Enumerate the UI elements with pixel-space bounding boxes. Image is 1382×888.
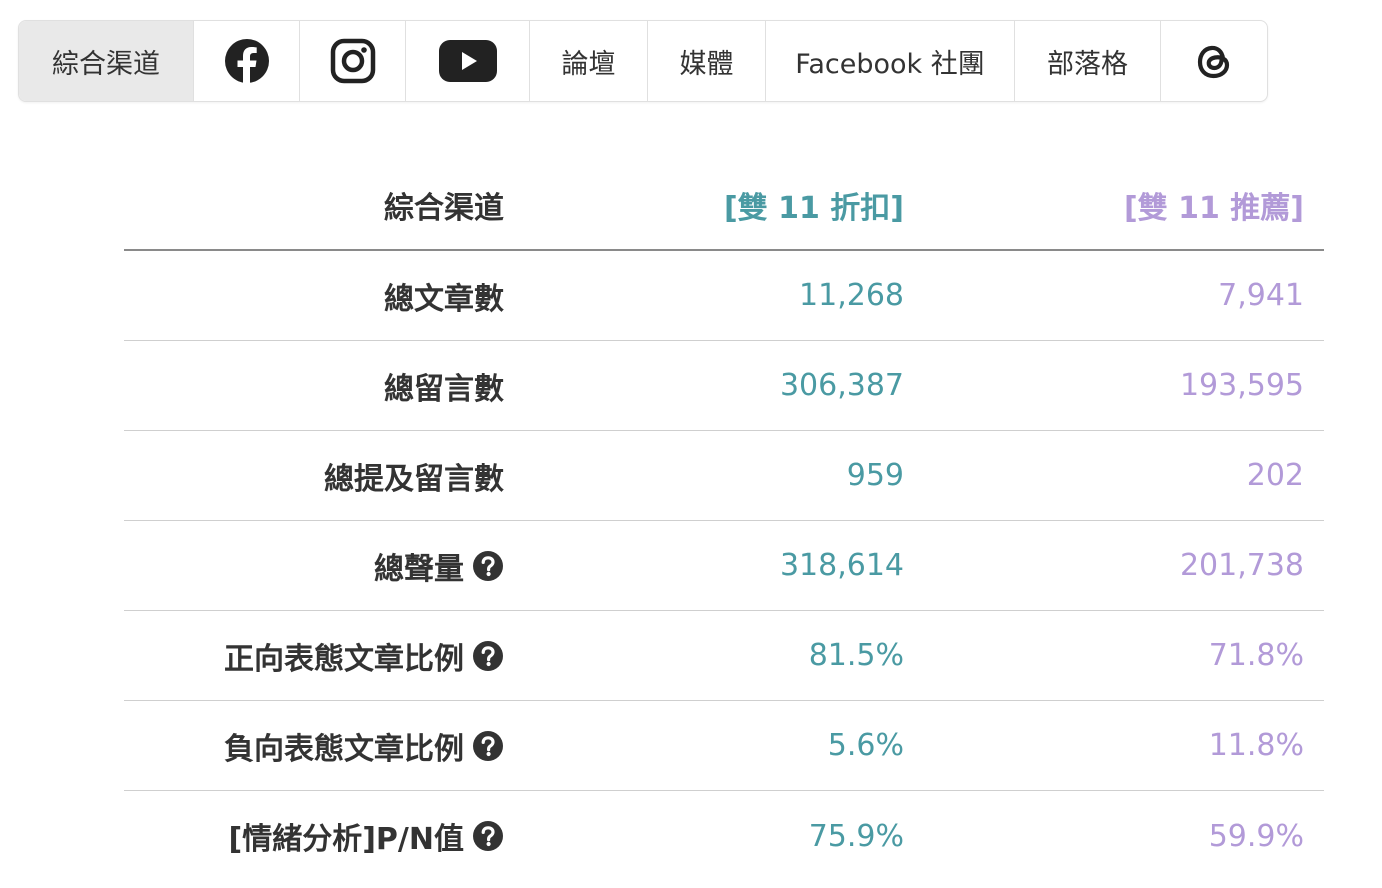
tab-threads[interactable]: [1161, 21, 1267, 101]
table-row: 負向表態文章比例 5.6% 11.8%: [124, 701, 1324, 791]
table-header-row: 綜合渠道 [雙 11 折扣] [雙 11 推薦]: [124, 160, 1324, 251]
value-keyword-b: 11.8%: [1208, 728, 1304, 763]
value-keyword-b: 59.9%: [1208, 818, 1304, 854]
channel-tab-bar: 綜合渠道 論壇 媒體 Facebook 社團 部落格: [18, 20, 1268, 102]
tab-media[interactable]: 媒體: [648, 21, 766, 101]
tab-forum[interactable]: 論壇: [530, 21, 648, 101]
help-question-icon[interactable]: [472, 820, 504, 852]
tab-all-channels[interactable]: 綜合渠道: [19, 21, 194, 101]
help-question-icon[interactable]: [472, 640, 504, 672]
header-channel-label: 綜合渠道: [384, 190, 504, 226]
metric-label: 正向表態文章比例: [224, 641, 464, 677]
value-keyword-b: 71.8%: [1208, 638, 1304, 673]
value-keyword-b: 193,595: [1179, 368, 1304, 403]
table-row: 總提及留言數 959 202: [124, 431, 1324, 521]
value-keyword-a: 81.5%: [808, 638, 904, 673]
tab-label: 論壇: [561, 48, 616, 80]
value-keyword-a: 75.9%: [808, 818, 904, 854]
tab-label: Facebook 社團: [795, 48, 985, 80]
metric-label-cell: 總留言數: [124, 364, 504, 408]
tab-blog[interactable]: 部落格: [1015, 21, 1161, 101]
value-keyword-b: 202: [1246, 458, 1304, 493]
tab-facebook[interactable]: [194, 21, 300, 101]
instagram-icon: [330, 38, 376, 84]
comparison-table: 綜合渠道 [雙 11 折扣] [雙 11 推薦] 總文章數 11,268 7,941…: [124, 160, 1324, 881]
help-question-icon[interactable]: [472, 730, 504, 762]
tab-label: 綜合渠道: [52, 48, 160, 80]
youtube-icon: [438, 40, 497, 82]
header-keyword-b: [雙 11 推薦]: [1123, 190, 1304, 226]
metric-label-cell: [情緒分析]P/N值: [124, 814, 504, 858]
table-row: [情緒分析]P/N值 75.9% 59.9%: [124, 791, 1324, 881]
metric-label: 總文章數: [384, 281, 504, 317]
value-keyword-a: 959: [846, 458, 904, 493]
metric-label: 總提及留言數: [324, 461, 504, 497]
metric-label-cell: 總文章數: [124, 274, 504, 318]
tab-label: 媒體: [679, 48, 734, 80]
metric-label-cell: 負向表態文章比例: [124, 724, 504, 768]
header-keyword-a: [雙 11 折扣]: [723, 190, 904, 226]
help-question-icon[interactable]: [472, 550, 504, 582]
value-keyword-a: 11,268: [799, 278, 904, 313]
tab-instagram[interactable]: [300, 21, 406, 101]
tab-label: 部落格: [1047, 48, 1128, 80]
metric-label: [情緒分析]P/N值: [228, 822, 464, 857]
metric-label-cell: 總提及留言數: [124, 454, 504, 498]
value-keyword-b: 201,738: [1179, 548, 1304, 583]
value-keyword-b: 7,941: [1218, 278, 1304, 313]
value-keyword-a: 306,387: [779, 368, 904, 403]
metric-label-cell: 正向表態文章比例: [124, 634, 504, 678]
value-keyword-a: 318,614: [779, 548, 904, 583]
threads-icon: [1193, 38, 1235, 84]
table-row: 總留言數 306,387 193,595: [124, 341, 1324, 431]
tab-facebook-group[interactable]: Facebook 社團: [766, 21, 1015, 101]
metric-label: 總聲量: [374, 551, 464, 587]
facebook-icon: [224, 38, 270, 84]
table-row: 正向表態文章比例 81.5% 71.8%: [124, 611, 1324, 701]
metric-label: 總留言數: [384, 371, 504, 407]
metric-label-cell: 總聲量: [124, 544, 504, 588]
tab-youtube[interactable]: [406, 21, 530, 101]
metric-label: 負向表態文章比例: [224, 731, 464, 767]
table-row: 總文章數 11,268 7,941: [124, 251, 1324, 341]
value-keyword-a: 5.6%: [827, 728, 904, 763]
table-row: 總聲量 318,614 201,738: [124, 521, 1324, 611]
